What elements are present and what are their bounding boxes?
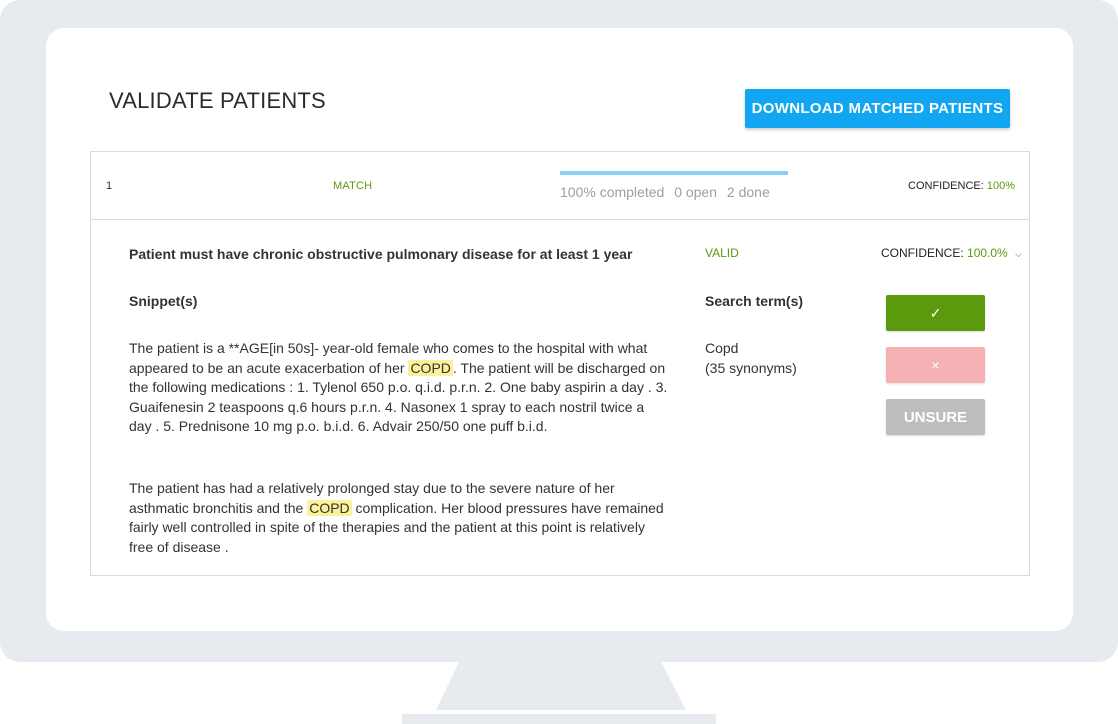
criterion-confidence-label: CONFIDENCE:: [881, 246, 964, 260]
app-screen: VALIDATE PATIENTS DOWNLOAD MATCHED PATIE…: [46, 28, 1073, 631]
snippet-highlight: COPD: [307, 499, 352, 516]
unsure-button[interactable]: UNSURE: [886, 399, 985, 435]
monitor-stand: [402, 660, 716, 724]
snippet-highlight: COPD: [408, 359, 453, 376]
search-terms-heading: Search term(s): [705, 293, 804, 309]
snippets-heading: Snippet(s): [129, 293, 198, 309]
criterion-text: Patient must have chronic obstructive pu…: [129, 246, 633, 262]
search-term-synonyms: (35 synonyms): [705, 359, 797, 376]
progress-done: 2 done: [726, 184, 770, 200]
criterion-confidence-dropdown[interactable]: CONFIDENCE: 100.0% ⌵: [881, 246, 1022, 260]
download-matched-patients-button[interactable]: DOWNLOAD MATCHED PATIENTS: [745, 89, 1010, 128]
progress-summary: 100% completed 0 open 2 done: [560, 184, 776, 200]
criterion-confidence-value: 100.0%: [967, 246, 1008, 260]
search-term: Copd (35 synonyms): [705, 339, 797, 378]
criterion-status: VALID: [705, 246, 739, 260]
patient-card: 1 MATCH 100% completed 0 open 2 done CON…: [90, 151, 1030, 576]
reject-button[interactable]: ×: [886, 347, 985, 383]
record-confidence-value: 100%: [986, 180, 1015, 192]
progress-open: 0 open: [674, 184, 718, 200]
progress-completed: 100% completed: [560, 184, 665, 200]
accept-button[interactable]: ✓: [886, 295, 985, 331]
patient-index: 1: [106, 180, 113, 192]
chevron-down-icon: ⌵: [1015, 249, 1022, 259]
record-confidence-label: CONFIDENCE:: [908, 180, 984, 192]
monitor-stand-neck: [436, 660, 686, 710]
monitor-frame: VALIDATE PATIENTS DOWNLOAD MATCHED PATIE…: [0, 0, 1118, 662]
progress-bar-fill: [560, 171, 788, 175]
progress-bar: [560, 171, 788, 175]
search-term-name: Copd: [705, 340, 739, 356]
match-status: MATCH: [333, 180, 373, 192]
page-title: VALIDATE PATIENTS: [109, 88, 326, 113]
monitor-stand-base: [402, 714, 716, 724]
close-icon: ×: [931, 357, 940, 373]
patient-card-header[interactable]: 1 MATCH 100% completed 0 open 2 done CON…: [91, 152, 1029, 220]
record-confidence: CONFIDENCE: 100%: [908, 180, 1015, 192]
snippet: The patient has had a relatively prolong…: [129, 479, 669, 557]
check-icon: ✓: [929, 304, 942, 321]
snippet: The patient is a **AGE[in 50s]- year-old…: [129, 339, 669, 437]
